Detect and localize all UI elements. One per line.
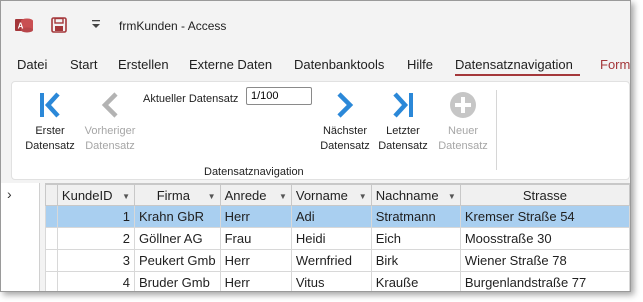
header-row: KundeID ▼ Firma ▼ Anrede ▼ Vorname ▼ Nachnam… bbox=[45, 184, 630, 206]
record-selector[interactable] bbox=[45, 249, 58, 272]
cell-nachname[interactable]: Eich bbox=[370, 227, 461, 250]
column-header-kundeid[interactable]: KundeID ▼ bbox=[56, 184, 136, 206]
title-bar: A frmKunden - Access bbox=[1, 1, 630, 45]
first-record-label-2: Datensatz bbox=[25, 140, 75, 152]
column-header-vorname[interactable]: Vorname ▼ bbox=[290, 184, 372, 206]
filter-dropdown-icon[interactable]: ▼ bbox=[279, 192, 287, 201]
record-selector[interactable] bbox=[45, 271, 58, 291]
filter-dropdown-icon[interactable]: ▼ bbox=[359, 192, 367, 201]
column-header-label: KundeID bbox=[61, 187, 113, 203]
last-record-label-1: Letzter bbox=[386, 125, 420, 137]
cell-vorname[interactable]: Heidi bbox=[290, 227, 372, 250]
ribbon-group-separator bbox=[496, 90, 497, 170]
last-record-icon bbox=[393, 92, 413, 118]
cell-firma[interactable]: Göllner AG bbox=[134, 227, 221, 250]
first-record-icon bbox=[40, 92, 60, 118]
filter-dropdown-icon[interactable]: ▼ bbox=[448, 192, 456, 201]
datasheet-grid: KundeID ▼ Firma ▼ Anrede ▼ Vorname ▼ Nachnam… bbox=[45, 183, 630, 291]
cell-kundeid[interactable]: 1 bbox=[56, 205, 136, 228]
select-all-corner[interactable] bbox=[45, 184, 58, 206]
previous-record-label-1: Vorheriger bbox=[84, 125, 136, 137]
previous-record-label-2: Datensatz bbox=[85, 140, 135, 152]
column-header-firma[interactable]: Firma ▼ bbox=[134, 184, 221, 206]
cell-vorname[interactable]: Wernfried bbox=[290, 249, 372, 272]
last-record-label-2: Datensatz bbox=[378, 140, 428, 152]
access-app-icon: A bbox=[15, 18, 33, 33]
filter-dropdown-icon[interactable]: ▼ bbox=[208, 192, 216, 201]
tab-hilfe[interactable]: Hilfe bbox=[407, 57, 433, 72]
cell-kundeid[interactable]: 4 bbox=[56, 271, 136, 291]
column-header-label: Strasse bbox=[522, 187, 567, 203]
last-record-button[interactable]: Letzter Datensatz bbox=[376, 90, 430, 154]
previous-record-button[interactable]: Vorheriger Datensatz bbox=[78, 90, 142, 154]
expand-navigation-icon[interactable]: › bbox=[7, 186, 12, 202]
new-record-icon bbox=[450, 92, 476, 118]
cell-firma[interactable]: Krahn GbR bbox=[134, 205, 221, 228]
current-record-label: Aktueller Datensatz bbox=[143, 93, 239, 105]
column-header-label: Nachname bbox=[375, 187, 439, 203]
cell-anrede[interactable]: Herr bbox=[219, 205, 292, 228]
cell-strasse[interactable]: Burgenlandstraße 77 bbox=[459, 271, 630, 291]
ribbon-panel: Erster Datensatz Vorheriger Datensatz Ak… bbox=[11, 81, 630, 180]
cell-vorname[interactable]: Adi bbox=[290, 205, 372, 228]
window-title: frmKunden - Access bbox=[119, 19, 227, 33]
column-header-strasse[interactable]: Strasse bbox=[459, 184, 630, 206]
next-record-button[interactable]: Nächster Datensatz bbox=[314, 90, 376, 154]
next-record-label-1: Nächster bbox=[322, 125, 368, 137]
current-record-input[interactable] bbox=[246, 87, 312, 105]
table-row[interactable]: 1 Krahn GbR Herr Adi Stratmann Kremser S… bbox=[45, 205, 630, 228]
active-tab-indicator bbox=[455, 74, 580, 76]
cell-strasse[interactable]: Moosstraße 30 bbox=[459, 227, 630, 250]
cell-kundeid[interactable]: 3 bbox=[56, 249, 136, 272]
tab-externe-daten[interactable]: Externe Daten bbox=[189, 57, 272, 72]
column-header-nachname[interactable]: Nachname ▼ bbox=[370, 184, 461, 206]
record-selector[interactable] bbox=[45, 227, 58, 250]
navigation-pane: › bbox=[1, 183, 40, 291]
customize-quick-access-icon[interactable] bbox=[91, 18, 101, 30]
tab-form[interactable]: Form bbox=[600, 57, 630, 72]
next-record-icon bbox=[337, 92, 354, 118]
record-selector[interactable] bbox=[45, 205, 58, 228]
tab-start[interactable]: Start bbox=[70, 57, 97, 72]
cell-strasse[interactable]: Wiener Straße 78 bbox=[459, 249, 630, 272]
column-header-anrede[interactable]: Anrede ▼ bbox=[219, 184, 292, 206]
new-record-label-2: Datensatz bbox=[438, 140, 488, 152]
cell-firma[interactable]: Peukert Gmb bbox=[134, 249, 221, 272]
table-row[interactable]: 4 Bruder Gmb Herr Vitus Kraußе Burgenlan… bbox=[45, 271, 630, 291]
next-record-label-2: Datensatz bbox=[320, 140, 370, 152]
first-record-button[interactable]: Erster Datensatz bbox=[22, 90, 78, 154]
column-header-label: Vorname bbox=[295, 187, 348, 203]
table-row[interactable]: 2 Göllner AG Frau Heidi Eich Moosstraße … bbox=[45, 227, 630, 250]
previous-record-icon bbox=[101, 92, 118, 118]
cell-vorname[interactable]: Vitus bbox=[290, 271, 372, 291]
cell-anrede[interactable]: Herr bbox=[219, 249, 292, 272]
column-header-label: Anrede bbox=[224, 187, 267, 203]
column-header-label: Firma bbox=[156, 187, 190, 203]
filter-dropdown-icon[interactable]: ▼ bbox=[122, 192, 130, 201]
cell-firma[interactable]: Bruder Gmb bbox=[134, 271, 221, 291]
svg-text:A: A bbox=[18, 22, 24, 31]
ribbon-group-label: Datensatznavigation bbox=[204, 166, 304, 178]
new-record-button[interactable]: Neuer Datensatz bbox=[434, 90, 492, 154]
first-record-label-1: Erster bbox=[35, 125, 65, 137]
cell-nachname[interactable]: Birk bbox=[370, 249, 461, 272]
save-icon[interactable] bbox=[51, 17, 67, 33]
application-window: A frmKunden - Access Datei Start Erstell… bbox=[0, 0, 631, 292]
tab-datei[interactable]: Datei bbox=[17, 57, 47, 72]
cell-strasse[interactable]: Kremser Straße 54 bbox=[459, 205, 630, 228]
table-row[interactable]: 3 Peukert Gmb Herr Wernfried Birk Wiener… bbox=[45, 249, 630, 272]
tab-datensatznavigation[interactable]: Datensatznavigation bbox=[455, 57, 573, 72]
cell-anrede[interactable]: Herr bbox=[219, 271, 292, 291]
cell-nachname[interactable]: Kraußе bbox=[370, 271, 461, 291]
cell-kundeid[interactable]: 2 bbox=[56, 227, 136, 250]
tab-erstellen[interactable]: Erstellen bbox=[118, 57, 169, 72]
cell-nachname[interactable]: Stratmann bbox=[370, 205, 461, 228]
cell-anrede[interactable]: Frau bbox=[219, 227, 292, 250]
tab-datenbanktools[interactable]: Datenbanktools bbox=[294, 57, 384, 72]
datasheet-table: KundeID ▼ Firma ▼ Anrede ▼ Vorname ▼ Nachnam… bbox=[45, 184, 630, 291]
new-record-label-1: Neuer bbox=[448, 125, 478, 137]
